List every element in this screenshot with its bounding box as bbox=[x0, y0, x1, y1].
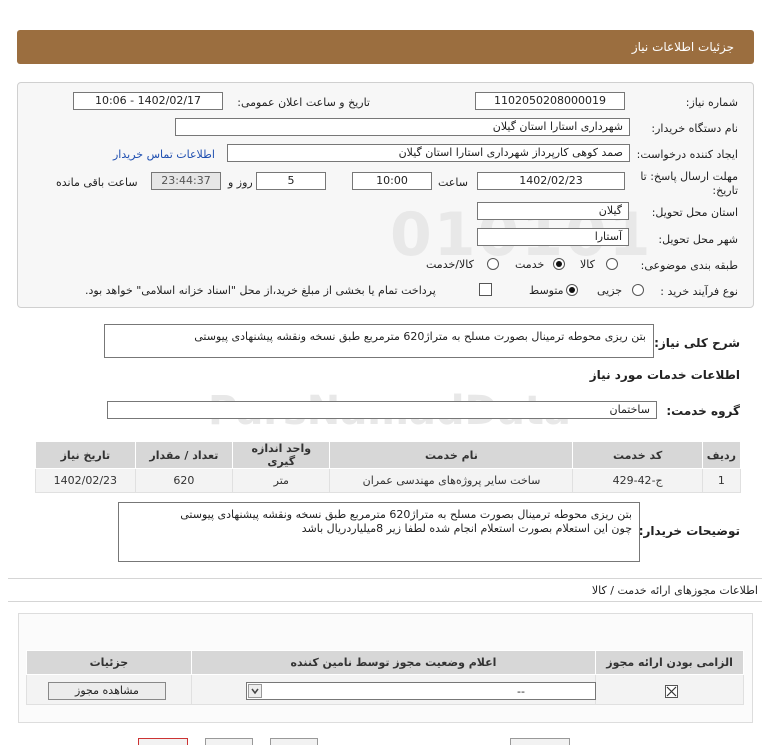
creator-field[interactable]: صمد کوهی کارپرداز شهرداری استارا استان گ… bbox=[227, 144, 630, 162]
col-code: کد خدمت bbox=[572, 441, 703, 469]
buyer-contact-link[interactable]: اطلاعات تماس خریدار bbox=[113, 148, 215, 161]
buyer-notes-label: توضیحات خریدار: bbox=[638, 524, 740, 538]
purchase-type-label: نوع فرآیند خرید : bbox=[660, 285, 738, 298]
cell-vahed: متر bbox=[232, 468, 331, 493]
services-table: تاریخ نیاز تعداد / مقدار واحد اندازه گیر… bbox=[35, 441, 742, 493]
page-title: جزئیات اطلاعات نیاز bbox=[631, 40, 734, 54]
deadline-date-field[interactable]: 1402/02/23 bbox=[477, 172, 625, 190]
purchase-minor-label: جزیی bbox=[597, 284, 623, 297]
cell-code: ج-42-429 bbox=[572, 468, 703, 493]
need-number-label: شماره نیاز: bbox=[685, 96, 738, 109]
remaining-time-label: ساعت باقی مانده bbox=[56, 176, 138, 189]
deadline-time-label: ساعت bbox=[438, 176, 468, 189]
category-goods-label: کالا bbox=[580, 258, 595, 271]
col-radif: ردیف bbox=[701, 441, 742, 469]
lic-col-required: الزامی بودن ارائه مجوز bbox=[595, 650, 744, 675]
city-field[interactable]: آستارا bbox=[477, 228, 629, 246]
license-status-value: -- bbox=[517, 685, 525, 698]
cell-radif: 1 bbox=[701, 468, 742, 493]
licenses-title: اطلاعات مجوزهای ارائه خدمت / کالا bbox=[591, 584, 758, 597]
bottom-button-3[interactable] bbox=[270, 738, 318, 745]
lic-col-details: جزئیات bbox=[26, 650, 192, 675]
buyer-notes-line1: بتن ریزی محوطه ترمینال بصورت مسلح به متر… bbox=[180, 508, 632, 521]
bottom-button-2[interactable] bbox=[205, 738, 253, 745]
licenses-divider-2 bbox=[8, 601, 762, 602]
category-label: طبقه بندی موضوعی: bbox=[640, 259, 738, 272]
buyer-notes-field[interactable]: بتن ریزی محوطه ترمینال بصورت مسلح به متر… bbox=[118, 502, 640, 562]
category-goods-service-label: کالا/خدمت bbox=[426, 258, 474, 271]
col-nam: نام خدمت bbox=[329, 441, 574, 469]
announce-field[interactable]: 1402/02/17 - 10:06 bbox=[73, 92, 223, 110]
buyer-notes-line2: چون این استعلام بصورت استعلام انجام شده … bbox=[301, 522, 632, 535]
cross-icon bbox=[666, 686, 677, 697]
treasury-payment-note: پرداخت تمام یا بخشی از مبلغ خرید،از محل … bbox=[85, 284, 436, 297]
services-table-header: تاریخ نیاز تعداد / مقدار واحد اندازه گیر… bbox=[35, 441, 742, 469]
services-title: اطلاعات خدمات مورد نیاز bbox=[589, 368, 740, 382]
buyer-org-label: نام دستگاه خریدار: bbox=[651, 122, 738, 135]
deadline-date-label: تاریخ: bbox=[712, 184, 738, 197]
licenses-divider bbox=[8, 578, 762, 579]
province-field[interactable]: گیلان bbox=[477, 202, 629, 220]
summary-field[interactable]: بتن ریزی محوطه ترمینال بصورت مسلح به متر… bbox=[104, 324, 654, 358]
need-details-panel bbox=[17, 82, 754, 308]
creator-label: ایجاد کننده درخواست: bbox=[636, 148, 738, 161]
category-goods-radio[interactable] bbox=[606, 258, 618, 270]
category-service-label: خدمت bbox=[515, 258, 545, 271]
buyer-org-field[interactable]: شهرداری استارا استان گیلان bbox=[175, 118, 630, 136]
summary-label: شرح کلی نیاز: bbox=[654, 336, 740, 350]
cell-tedad: 620 bbox=[134, 468, 234, 493]
license-status-select[interactable]: -- bbox=[246, 682, 596, 700]
province-label: استان محل تحویل: bbox=[651, 206, 738, 219]
days-field[interactable]: 5 bbox=[256, 172, 326, 190]
cell-nam: ساخت سایر پروژه‌های مهندسی عمران bbox=[329, 468, 574, 493]
announce-label: تاریخ و ساعت اعلان عمومی: bbox=[237, 96, 370, 109]
bottom-button-red[interactable] bbox=[138, 738, 188, 745]
table-row[interactable]: 1402/02/23 620 متر ساخت سایر پروژه‌های م… bbox=[35, 468, 742, 493]
page-header: جزئیات اطلاعات نیاز bbox=[17, 30, 754, 64]
view-license-button[interactable]: مشاهده مجوز bbox=[48, 682, 166, 700]
category-goods-service-radio[interactable] bbox=[487, 258, 499, 270]
col-tarikh: تاریخ نیاز bbox=[35, 441, 136, 469]
purchase-medium-label: متوسط bbox=[529, 284, 564, 297]
bottom-button-4[interactable] bbox=[510, 738, 570, 745]
chevron-down-icon[interactable] bbox=[248, 684, 262, 698]
days-label: روز و bbox=[228, 176, 253, 189]
col-vahed: واحد اندازه گیری bbox=[232, 441, 331, 469]
city-label: شهر محل تحویل: bbox=[658, 233, 738, 246]
col-tedad: تعداد / مقدار bbox=[134, 441, 234, 469]
treasury-payment-checkbox[interactable] bbox=[479, 283, 492, 296]
purchase-medium-radio[interactable] bbox=[566, 284, 578, 296]
remaining-time-field: 23:44:37 bbox=[151, 172, 221, 190]
cell-tarikh: 1402/02/23 bbox=[35, 468, 136, 493]
service-group-label: گروه خدمت: bbox=[666, 404, 740, 418]
license-required-checkbox bbox=[665, 685, 678, 698]
purchase-minor-radio[interactable] bbox=[632, 284, 644, 296]
deadline-label: مهلت ارسال پاسخ: تا bbox=[640, 170, 738, 183]
service-group-field[interactable]: ساختمان bbox=[107, 401, 657, 419]
licenses-table-header: جزئیات اعلام وضعیت مجوز توسط نامین کننده… bbox=[26, 650, 744, 675]
need-number-field[interactable]: 1102050208000019 bbox=[475, 92, 625, 110]
lic-col-status: اعلام وضعیت مجوز توسط نامین کننده bbox=[190, 650, 597, 675]
deadline-time-field[interactable]: 10:00 bbox=[352, 172, 432, 190]
category-service-radio[interactable] bbox=[553, 258, 565, 270]
